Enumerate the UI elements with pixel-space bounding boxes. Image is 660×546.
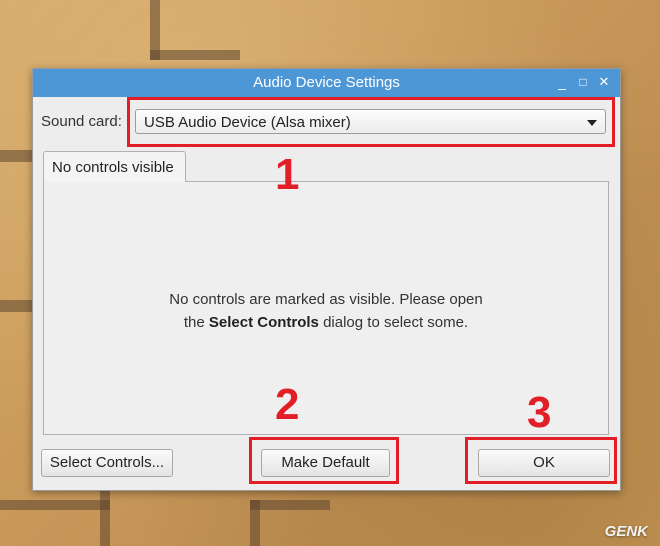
close-icon[interactable]: ✕ <box>595 73 613 91</box>
background-stroke <box>100 490 110 546</box>
background-stroke <box>150 50 240 60</box>
background-stroke <box>0 500 110 510</box>
panel-message-line1: No controls are marked as visible. Pleas… <box>169 291 483 308</box>
select-controls-emphasis: Select Controls <box>208 314 319 331</box>
window-title: Audio Device Settings <box>253 74 400 91</box>
panel-message: No controls are marked as visible. Pleas… <box>44 288 608 334</box>
background-stroke <box>250 500 330 510</box>
sound-card-label: Sound card: <box>41 113 122 130</box>
background-stroke <box>0 300 32 312</box>
annotation-number-3: 3 <box>527 388 552 437</box>
annotation-box-2 <box>249 437 399 484</box>
annotation-number-1: 1 <box>275 150 300 199</box>
maximize-icon[interactable]: □ <box>574 73 592 91</box>
panel-message-prefix: the <box>183 314 205 331</box>
controls-panel: No controls are marked as visible. Pleas… <box>43 181 609 435</box>
annotation-number-2: 2 <box>275 380 300 429</box>
minimize-icon[interactable]: _ <box>553 73 571 91</box>
tab-no-controls-visible[interactable]: No controls visible <box>43 151 186 182</box>
panel-message-suffix: dialog to select some. <box>323 314 469 331</box>
window-titlebar[interactable]: Audio Device Settings _ □ ✕ <box>33 69 620 97</box>
genk-watermark: GENK <box>604 523 648 540</box>
background-stroke <box>0 150 32 162</box>
annotation-box-1 <box>127 97 615 147</box>
tab-label: No controls visible <box>52 159 174 176</box>
select-controls-button[interactable]: Select Controls... <box>41 449 173 477</box>
annotation-box-3 <box>465 437 617 484</box>
